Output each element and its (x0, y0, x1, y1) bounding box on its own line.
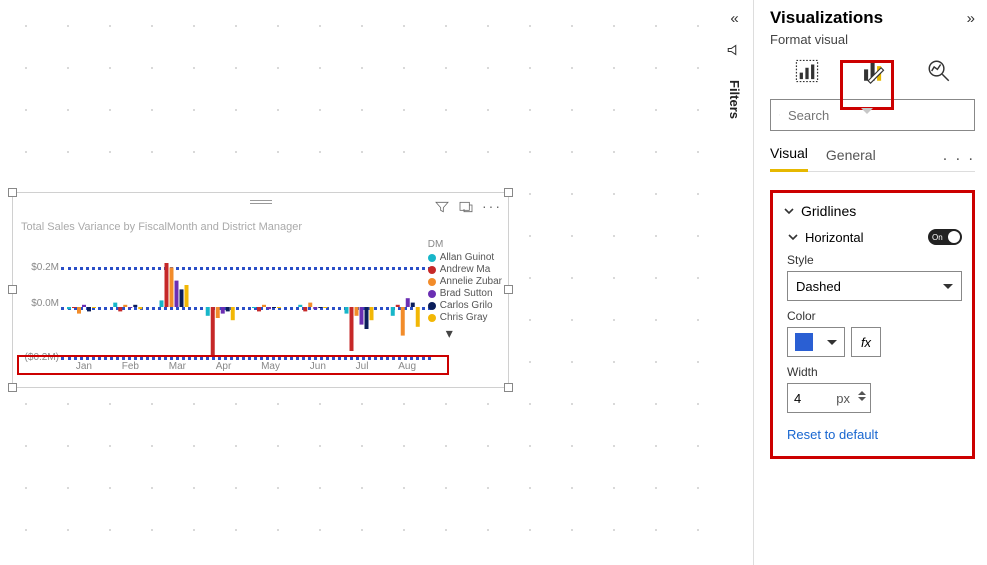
tab-general[interactable]: General (826, 147, 876, 171)
width-label: Width (787, 365, 962, 379)
tab-visual[interactable]: Visual (770, 145, 808, 172)
chart-title: Total Sales Variance by FiscalMonth and … (21, 221, 302, 233)
pane-title: Visualizations (770, 8, 883, 28)
chart-legend: DM Allan GuinotAndrew MaAnnelie ZubarBra… (428, 239, 502, 342)
y-axis-labels: $0.2M $0.0M ($0.2M) (19, 253, 59, 361)
chevron-down-icon (787, 231, 799, 243)
resize-handle[interactable] (8, 285, 17, 294)
search-icon (779, 107, 780, 123)
drag-grip-icon[interactable] (250, 198, 272, 206)
more-options-icon[interactable]: ··· (482, 199, 502, 220)
format-icon-highlight-box (840, 60, 894, 110)
color-chip (795, 333, 813, 351)
analytics-icon[interactable] (921, 53, 957, 89)
expand-chevron-icon[interactable]: « (730, 10, 738, 27)
build-visual-icon[interactable] (789, 53, 825, 89)
style-label: Style (787, 253, 962, 267)
x-axis-labels: JanFeb MarApr MayJun JulAug (61, 361, 431, 372)
resize-handle[interactable] (8, 188, 17, 197)
resize-handle[interactable] (504, 383, 513, 392)
color-label: Color (787, 309, 962, 323)
focus-mode-icon[interactable] (458, 199, 474, 220)
filters-label: Filters (727, 80, 742, 119)
chevron-down-icon (943, 284, 953, 294)
filter-icon[interactable] (434, 199, 450, 220)
pane-subtitle: Format visual (770, 32, 975, 47)
resize-handle[interactable] (8, 383, 17, 392)
chevron-down-icon (827, 340, 837, 350)
chart-plot-area (61, 253, 431, 361)
spinner-down-icon[interactable] (858, 397, 866, 405)
style-dropdown[interactable]: Dashed (787, 271, 962, 301)
format-tabs: Visual General . . . (770, 145, 975, 172)
gridlines-section: Gridlines Horizontal On Style Dashed Col… (770, 190, 975, 459)
resize-handle[interactable] (504, 188, 513, 197)
width-input[interactable]: 4 px (787, 383, 871, 413)
filters-pane-collapsed[interactable]: « Filters (716, 0, 754, 565)
reset-to-default-link[interactable]: Reset to default (787, 427, 962, 442)
canvas-left-crop (0, 0, 12, 565)
chart-visual-tile[interactable]: ··· Total Sales Variance by FiscalMonth … (12, 192, 509, 388)
chevron-down-icon (783, 205, 795, 217)
resize-handle[interactable] (504, 285, 513, 294)
spinner-up-icon[interactable] (858, 387, 866, 395)
tabs-more-icon[interactable]: . . . (943, 147, 975, 171)
selected-tab-caret-icon (853, 108, 881, 118)
color-picker[interactable] (787, 327, 845, 357)
horizontal-toggle[interactable]: On (928, 229, 962, 245)
legend-more-icon[interactable]: ▾ (446, 325, 502, 342)
collapse-chevron-icon[interactable]: » (967, 10, 975, 27)
fx-button[interactable]: fx (851, 327, 881, 357)
gridlines-header[interactable]: Gridlines (783, 203, 962, 219)
announce-icon[interactable] (726, 41, 744, 64)
horizontal-label[interactable]: Horizontal (805, 230, 864, 245)
